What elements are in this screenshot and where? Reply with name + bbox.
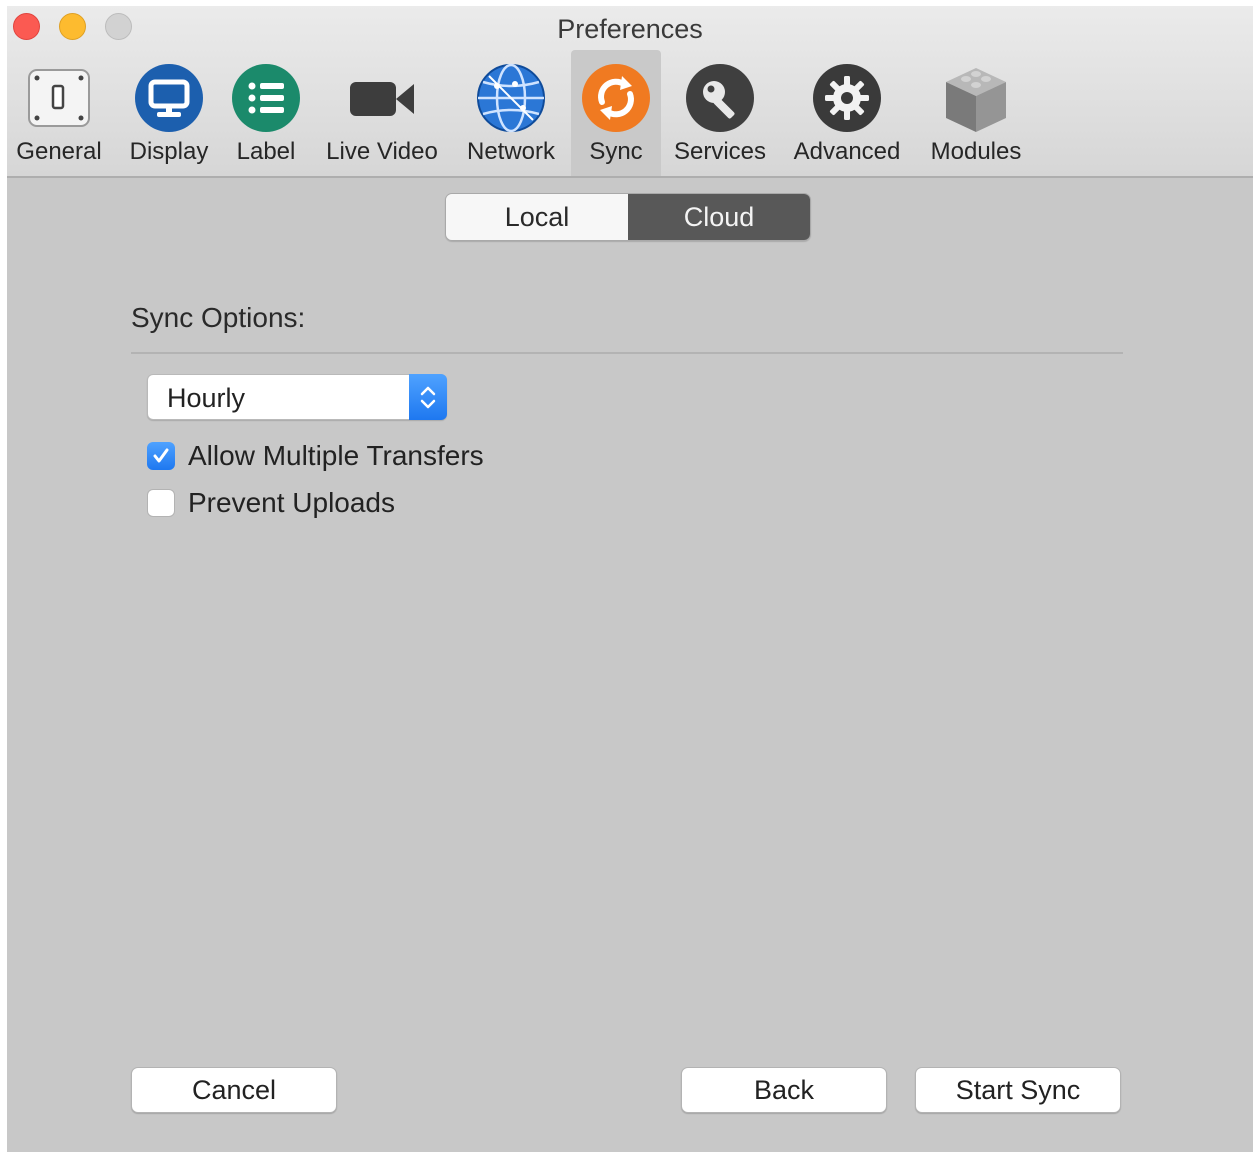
up-down-chevron-icon bbox=[420, 386, 436, 409]
toolbar-label-network: Network bbox=[466, 138, 556, 165]
sync-options-heading: Sync Options: bbox=[131, 302, 306, 333]
cube-icon bbox=[946, 68, 1006, 132]
prevent-uploads-label: Prevent Uploads bbox=[188, 487, 396, 518]
toolbar-item-network[interactable]: Network bbox=[459, 50, 563, 176]
toolbar-label-display: Display bbox=[129, 138, 209, 165]
video-camera-icon bbox=[350, 82, 414, 116]
toolbar-item-label[interactable]: Label bbox=[226, 50, 306, 176]
toolbar-label-label: Label bbox=[236, 138, 296, 165]
start-sync-button[interactable]: Start Sync bbox=[915, 1067, 1121, 1113]
sync-icon bbox=[582, 64, 650, 132]
sync-frequency-popup[interactable]: Hourly bbox=[147, 374, 447, 420]
popup-arrows[interactable] bbox=[409, 374, 447, 420]
cancel-button[interactable]: Cancel bbox=[131, 1067, 337, 1113]
toolbar-label-services: Services bbox=[673, 138, 767, 165]
toolbar-label-general: General bbox=[16, 138, 102, 165]
toolbar-item-sync[interactable]: Sync bbox=[571, 50, 661, 176]
section-divider bbox=[131, 352, 1123, 354]
sync-frequency-value: Hourly bbox=[167, 383, 246, 413]
segment-cloud[interactable]: Cloud bbox=[628, 194, 810, 240]
window-title: Preferences bbox=[557, 14, 703, 44]
segment-local[interactable]: Local bbox=[446, 194, 628, 240]
preferences-window: Preferences General Display Label Live V… bbox=[7, 6, 1253, 1152]
switch-icon bbox=[28, 69, 90, 127]
toolbar-item-general[interactable]: General bbox=[9, 50, 109, 176]
prevent-uploads-checkbox[interactable] bbox=[147, 489, 175, 517]
allow-multiple-transfers-row[interactable]: Allow Multiple Transfers bbox=[147, 440, 484, 472]
gear-icon bbox=[813, 64, 881, 132]
local-cloud-segmented-control: Local Cloud bbox=[445, 193, 811, 241]
toolbar-item-advanced[interactable]: Advanced bbox=[787, 50, 907, 176]
globe-icon bbox=[477, 63, 545, 133]
key-icon bbox=[686, 64, 754, 132]
toolbar-item-live-video[interactable]: Live Video bbox=[317, 50, 447, 176]
toolbar-item-services[interactable]: Services bbox=[667, 50, 773, 176]
allow-multiple-transfers-label: Allow Multiple Transfers bbox=[188, 440, 484, 471]
toolbar-item-display[interactable]: Display bbox=[119, 50, 219, 176]
toolbar-label-modules: Modules bbox=[930, 138, 1022, 165]
toolbar-item-modules[interactable]: Modules bbox=[921, 50, 1031, 176]
toolbar-label-live-video: Live Video bbox=[326, 138, 438, 165]
toolbar-label-advanced: Advanced bbox=[793, 138, 901, 165]
prevent-uploads-row[interactable]: Prevent Uploads bbox=[147, 487, 395, 519]
monitor-icon bbox=[135, 64, 203, 132]
toolbar-label-sync: Sync bbox=[589, 138, 643, 165]
preferences-toolbar: General Display Label Live Video Network… bbox=[7, 50, 1253, 176]
back-button[interactable]: Back bbox=[681, 1067, 887, 1113]
allow-multiple-transfers-checkbox[interactable] bbox=[147, 442, 175, 470]
title-bar: Preferences General Display Label Live V… bbox=[7, 6, 1253, 178]
checkmark-icon bbox=[153, 448, 169, 463]
list-icon bbox=[232, 64, 300, 132]
